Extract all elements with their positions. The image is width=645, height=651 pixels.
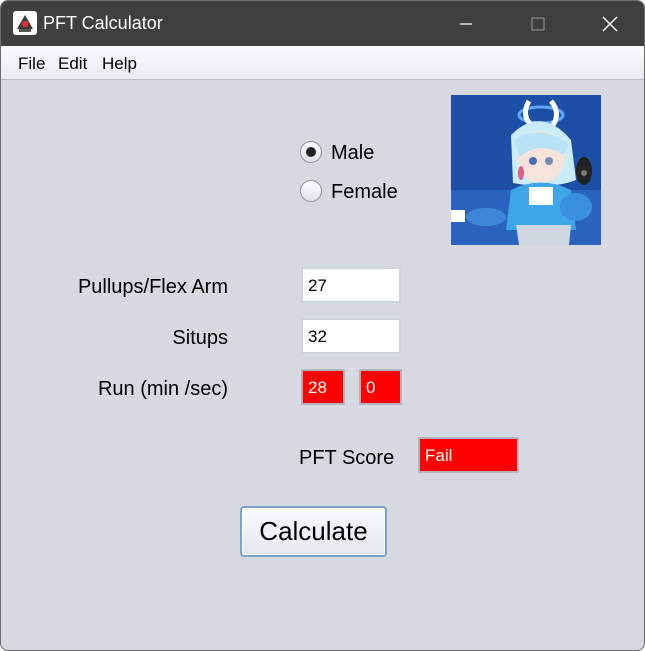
run-minutes-input[interactable]: 28 (301, 369, 345, 405)
female-radio-label[interactable]: Female (331, 181, 398, 204)
maximize-button[interactable] (503, 1, 573, 46)
radio-selected-dot (306, 147, 316, 157)
minimize-button[interactable] (431, 1, 501, 46)
avatar-image (451, 95, 601, 245)
situps-label: Situps (172, 327, 228, 349)
menu-bar: File Edit Help (1, 46, 644, 80)
menu-file[interactable]: File (18, 54, 45, 74)
male-radio-label[interactable]: Male (331, 142, 374, 165)
situps-input[interactable]: 32 (301, 318, 401, 354)
pft-score-label: PFT Score (299, 447, 395, 469)
pullups-label: Pullups/Flex Arm (77, 276, 228, 298)
female-radio[interactable] (300, 180, 322, 202)
maximize-icon (531, 16, 545, 31)
window-title: PFT Calculator (43, 13, 163, 33)
close-button[interactable] (575, 1, 644, 46)
pft-score-field: Fail (418, 437, 519, 473)
title-bar: PFT Calculator (1, 1, 644, 46)
calculate-button[interactable]: Calculate (240, 506, 387, 557)
menu-edit[interactable]: Edit (58, 54, 87, 74)
run-label: Run (min /sec) (97, 378, 228, 400)
menu-help[interactable]: Help (102, 54, 137, 74)
run-seconds-input[interactable]: 0 (359, 369, 402, 405)
pullups-input[interactable]: 27 (301, 267, 401, 303)
java-duke-icon (13, 11, 37, 35)
male-radio[interactable] (300, 141, 322, 163)
close-icon (602, 16, 618, 31)
app-window: PFT Calculator File Edit Help Male Femal… (0, 0, 645, 651)
minimize-icon (460, 22, 472, 25)
